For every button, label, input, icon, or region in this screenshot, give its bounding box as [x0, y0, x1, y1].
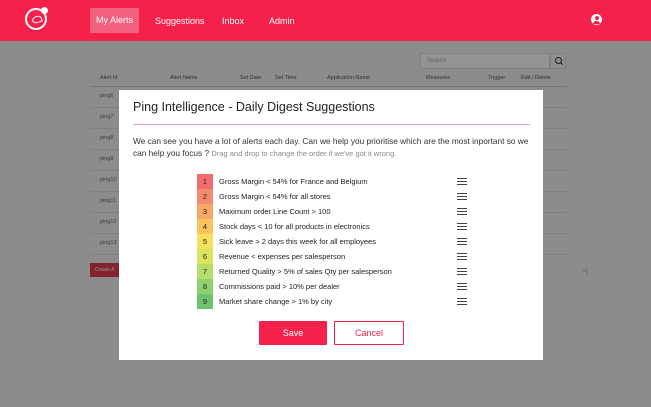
save-button[interactable]: Save [259, 321, 327, 345]
suggestion-item[interactable]: 3 Maximum order Line Count > 100 [197, 204, 477, 219]
priority-number: 2 [197, 189, 213, 204]
suggestion-label: Returned Quality > 5% of sales Qty per s… [219, 267, 392, 276]
nav-suggestions[interactable]: Suggestions [149, 10, 211, 32]
priority-number: 8 [197, 279, 213, 294]
drag-handle-icon[interactable] [457, 178, 467, 185]
suggestion-item[interactable]: 1 Gross Margin < 54% for France and Belgi… [197, 174, 477, 189]
suggestion-item[interactable]: 4 Stock days < 10 for all products in ele… [197, 219, 477, 234]
drag-hint: Drag and drop to change the order if we'… [211, 149, 397, 158]
drag-handle-icon[interactable] [457, 268, 467, 275]
drag-handle-icon[interactable] [457, 193, 467, 200]
suggestion-label: Market share change > 1% by city [219, 297, 333, 306]
drag-handle-icon[interactable] [457, 253, 467, 260]
suggestion-label: Maximum order Line Count > 100 [219, 207, 331, 216]
suggestion-item[interactable]: 6 Revenue < expenses per salesperson [197, 249, 477, 264]
nav-inbox[interactable]: Inbox [216, 10, 250, 32]
suggestion-label: Commissions paid > 10% per dealer [219, 282, 340, 291]
nav-admin[interactable]: Admin [263, 10, 301, 32]
logo-icon[interactable] [25, 7, 48, 30]
modal-intro: We can see you have a lot of alerts each… [133, 135, 533, 160]
suggestion-item[interactable]: 7 Returned Quality > 5% of sales Qty per … [197, 264, 477, 279]
suggestion-label: Gross Margin < 54% for France and Belgiu… [219, 177, 368, 186]
drag-handle-icon[interactable] [457, 238, 467, 245]
suggestion-item[interactable]: 8 Commissions paid > 10% per dealer [197, 279, 477, 294]
modal-title: Ping Intelligence - Daily Digest Suggest… [133, 100, 375, 114]
cancel-button[interactable]: Cancel [334, 321, 404, 345]
suggestion-label: Sick leave > 2 days this week for all em… [219, 237, 376, 246]
priority-number: 6 [197, 249, 213, 264]
digest-suggestions-modal: Ping Intelligence - Daily Digest Suggest… [119, 90, 543, 360]
suggestion-list: 1 Gross Margin < 54% for France and Belgi… [197, 174, 477, 309]
priority-number: 5 [197, 234, 213, 249]
priority-number: 1 [197, 174, 213, 189]
user-icon[interactable] [591, 14, 602, 25]
drag-handle-icon[interactable] [457, 223, 467, 230]
priority-number: 7 [197, 264, 213, 279]
suggestion-item[interactable]: 9 Market share change > 1% by city [197, 294, 477, 309]
priority-number: 4 [197, 219, 213, 234]
nav-my-alerts[interactable]: My Alerts [90, 8, 140, 33]
suggestion-label: Gross Margin < 54% for all stores [219, 192, 331, 201]
drag-handle-icon[interactable] [457, 283, 467, 290]
suggestion-item[interactable]: 5 Sick leave > 2 days this week for all e… [197, 234, 477, 249]
suggestion-label: Revenue < expenses per salesperson [219, 252, 346, 261]
title-divider [133, 124, 530, 125]
drag-handle-icon[interactable] [457, 208, 467, 215]
priority-number: 9 [197, 294, 213, 309]
priority-number: 3 [197, 204, 213, 219]
top-navbar: My Alerts Suggestions Inbox Admin [0, 0, 651, 41]
drag-handle-icon[interactable] [457, 298, 467, 305]
suggestion-item[interactable]: 2 Gross Margin < 54% for all stores [197, 189, 477, 204]
suggestion-label: Stock days < 10 for all products in elec… [219, 222, 370, 231]
